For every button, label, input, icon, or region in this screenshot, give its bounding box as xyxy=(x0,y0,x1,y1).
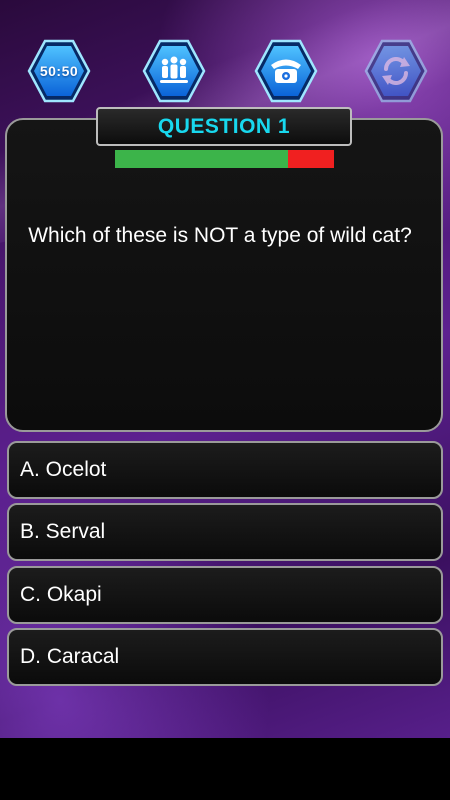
audience-icon xyxy=(142,39,206,103)
answer-option-a[interactable]: A. Ocelot xyxy=(7,441,443,499)
question-number-badge: QUESTION 1 xyxy=(96,107,352,146)
answer-label: C. Okapi xyxy=(20,583,102,606)
switch-question-lifeline-button[interactable] xyxy=(364,38,428,104)
lifelines-bar: 50:50 xyxy=(0,38,450,108)
question-text: Which of these is NOT a type of wild cat… xyxy=(28,224,412,247)
game-background: 50:50 QUESTION 1 Which of these is NOT a… xyxy=(0,0,450,738)
refresh-icon xyxy=(364,39,428,103)
answer-label: D. Caracal xyxy=(20,645,120,668)
phone-friend-lifeline-button[interactable] xyxy=(254,38,318,104)
ask-audience-lifeline-button[interactable] xyxy=(142,38,206,104)
answer-label: B. Serval xyxy=(20,520,106,543)
answer-label: A. Ocelot xyxy=(20,458,107,481)
fifty-fifty-label: 50:50 xyxy=(39,63,79,79)
answer-option-d[interactable]: D. Caracal xyxy=(7,628,443,686)
phone-icon xyxy=(254,39,318,103)
fifty-fifty-lifeline-button[interactable]: 50:50 xyxy=(27,38,91,104)
answer-option-b[interactable]: B. Serval xyxy=(7,503,443,561)
answer-option-c[interactable]: C. Okapi xyxy=(7,566,443,624)
bottom-bar xyxy=(0,738,450,800)
timer-bar xyxy=(115,150,334,168)
timer-remaining-fill xyxy=(115,150,288,168)
